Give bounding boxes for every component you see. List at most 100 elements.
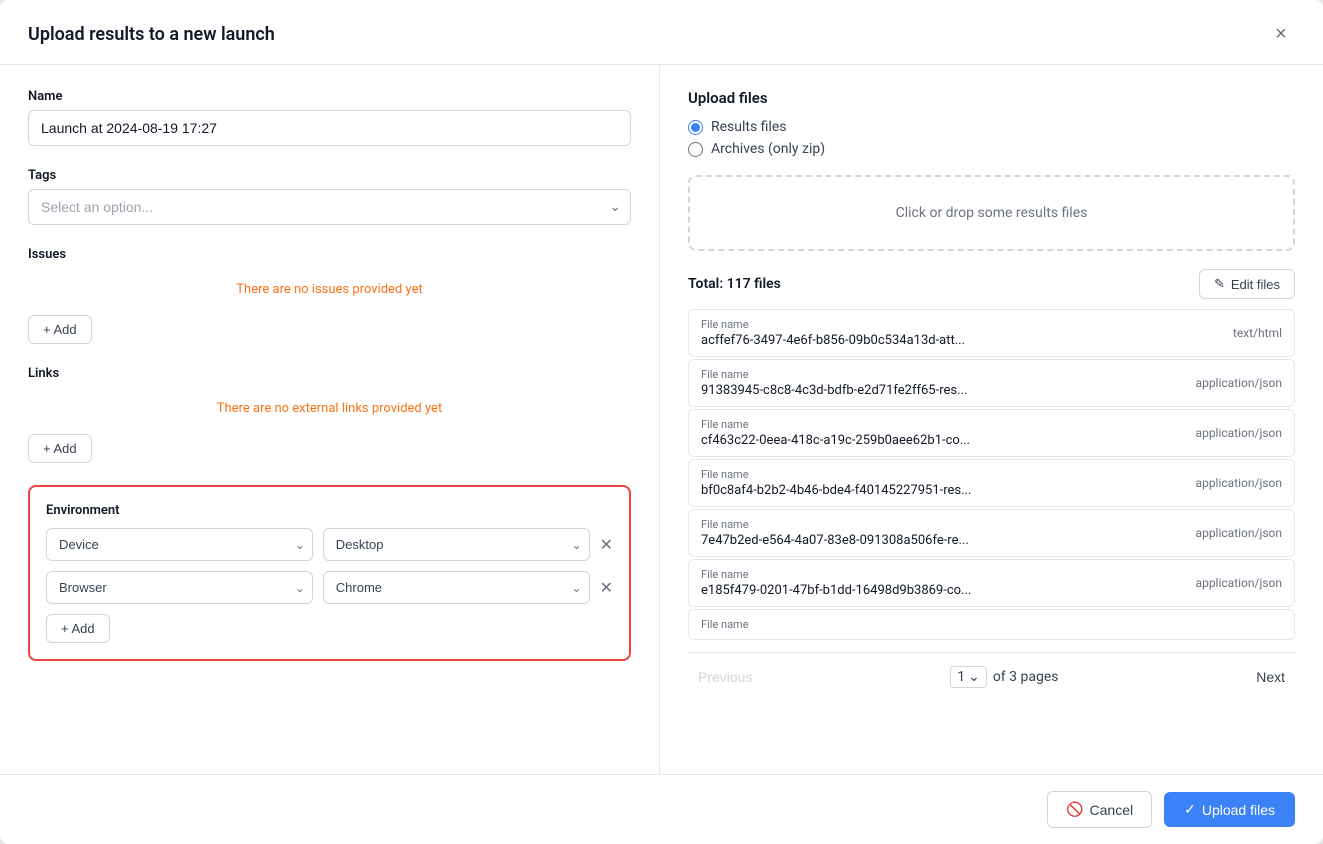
file-item-left: File name acffef76-3497-4e6f-b856-09b0c5… — [701, 318, 965, 348]
modal-title: Upload results to a new launch — [28, 24, 275, 45]
file-item: File name cf463c22-0eea-418c-a19c-259b0a… — [688, 409, 1295, 457]
modal-body: Name Tags Select an option... ⌄ Issues T… — [0, 65, 1323, 774]
file-type: application/json — [1196, 526, 1282, 540]
file-label: File name — [701, 368, 967, 381]
file-label: File name — [701, 418, 970, 431]
previous-button[interactable]: Previous — [688, 663, 762, 691]
of-pages-text: of 3 pages — [993, 669, 1059, 685]
edit-icon: ✎ — [1214, 276, 1225, 292]
file-name: e185f479-0201-47bf-b1dd-16498d9b3869-co.… — [701, 583, 971, 598]
modal-header: Upload results to a new launch × — [0, 0, 1323, 65]
environment-label: Environment — [46, 503, 613, 518]
file-item: File name 91383945-c8c8-4c3d-bdfb-e2d71f… — [688, 359, 1295, 407]
page-info: 1 ⌄ of 3 pages — [950, 666, 1058, 688]
file-item-left: File name e185f479-0201-47bf-b1dd-16498d… — [701, 568, 971, 598]
edit-files-button[interactable]: ✎ Edit files — [1199, 269, 1295, 299]
env-row-device: Device ⌄ Desktop ⌄ ✕ — [46, 528, 613, 561]
add-issue-button[interactable]: + Add — [28, 315, 92, 344]
file-item-left: File name 91383945-c8c8-4c3d-bdfb-e2d71f… — [701, 368, 967, 398]
links-empty-text: There are no external links provided yet — [28, 391, 631, 426]
links-section: Links There are no external links provid… — [28, 366, 631, 463]
name-section: Name — [28, 89, 631, 146]
file-type: application/json — [1196, 476, 1282, 490]
file-list: File name acffef76-3497-4e6f-b856-09b0c5… — [688, 309, 1295, 640]
drop-zone[interactable]: Click or drop some results files — [688, 175, 1295, 251]
cancel-button[interactable]: 🚫 Cancel — [1047, 791, 1152, 828]
current-page: 1 — [957, 669, 965, 685]
file-type: application/json — [1196, 376, 1282, 390]
environment-section: Environment Device ⌄ Desktop ⌄ — [28, 485, 631, 661]
env-remove-button-0[interactable]: ✕ — [600, 535, 613, 555]
file-type: text/html — [1233, 326, 1282, 340]
links-label: Links — [28, 366, 631, 381]
env-key-select-1[interactable]: Browser — [46, 571, 313, 604]
file-item: File name e185f479-0201-47bf-b1dd-16498d… — [688, 559, 1295, 607]
file-name: 91383945-c8c8-4c3d-bdfb-e2d71fe2ff65-res… — [701, 383, 967, 398]
file-name: bf0c8af4-b2b2-4b46-bde4-f40145227951-res… — [701, 483, 971, 498]
issues-empty-text: There are no issues provided yet — [28, 272, 631, 307]
upload-files-title: Upload files — [688, 89, 1295, 107]
file-name: acffef76-3497-4e6f-b856-09b0c534a13d-att… — [701, 333, 965, 348]
modal-footer: 🚫 Cancel ✓ Upload files — [0, 774, 1323, 844]
radio-archives-input[interactable] — [688, 142, 703, 157]
tags-select[interactable]: Select an option... — [28, 189, 631, 225]
cancel-icon: 🚫 — [1066, 801, 1083, 818]
env-val-select-0[interactable]: Desktop — [323, 528, 590, 561]
page-selector[interactable]: 1 ⌄ — [950, 666, 987, 688]
left-panel: Name Tags Select an option... ⌄ Issues T… — [0, 65, 660, 774]
env-val-wrapper-0: Desktop ⌄ — [323, 528, 590, 561]
file-label: File name — [701, 518, 969, 531]
name-input[interactable] — [28, 110, 631, 146]
close-button[interactable]: × — [1267, 20, 1295, 48]
drop-zone-text: Click or drop some results files — [896, 205, 1088, 221]
tags-select-wrapper: Select an option... ⌄ — [28, 189, 631, 225]
file-type-radio-group: Results files Archives (only zip) — [688, 119, 1295, 157]
file-item: File name bf0c8af4-b2b2-4b46-bde4-f40145… — [688, 459, 1295, 507]
issues-label: Issues — [28, 247, 631, 262]
files-header: Total: 117 files ✎ Edit files — [688, 269, 1295, 299]
right-panel: Upload files Results files Archives (onl… — [660, 65, 1323, 774]
upload-icon: ✓ — [1184, 801, 1196, 818]
env-key-wrapper-1: Browser ⌄ — [46, 571, 313, 604]
file-type: application/json — [1196, 426, 1282, 440]
env-row-browser: Browser ⌄ Chrome ⌄ ✕ — [46, 571, 613, 604]
tags-label: Tags — [28, 168, 631, 183]
env-remove-button-1[interactable]: ✕ — [600, 578, 613, 598]
file-type: application/json — [1196, 576, 1282, 590]
env-key-select-0[interactable]: Device — [46, 528, 313, 561]
page-chevron-icon: ⌄ — [968, 669, 980, 685]
file-label: File name — [701, 318, 965, 331]
env-val-wrapper-1: Chrome ⌄ — [323, 571, 590, 604]
files-total: Total: 117 files — [688, 276, 781, 292]
name-label: Name — [28, 89, 631, 104]
file-label: File name — [701, 468, 971, 481]
modal: Upload results to a new launch × Name Ta… — [0, 0, 1323, 844]
add-link-button[interactable]: + Add — [28, 434, 92, 463]
file-name: 7e47b2ed-e564-4a07-83e8-091308a506fe-re.… — [701, 533, 969, 548]
radio-archives-label: Archives (only zip) — [711, 141, 825, 157]
cancel-label: Cancel — [1090, 802, 1134, 818]
file-item-left: File name bf0c8af4-b2b2-4b46-bde4-f40145… — [701, 468, 971, 498]
radio-results-files[interactable]: Results files — [688, 119, 1295, 135]
add-env-button[interactable]: + Add — [46, 614, 110, 643]
radio-results-input[interactable] — [688, 120, 703, 135]
issues-section: Issues There are no issues provided yet … — [28, 247, 631, 344]
radio-archives[interactable]: Archives (only zip) — [688, 141, 1295, 157]
edit-files-label: Edit files — [1231, 277, 1280, 292]
file-item-left: File name cf463c22-0eea-418c-a19c-259b0a… — [701, 418, 970, 448]
env-key-wrapper-0: Device ⌄ — [46, 528, 313, 561]
tags-section: Tags Select an option... ⌄ — [28, 168, 631, 225]
file-label: File name — [701, 568, 971, 581]
file-item-left: File name 7e47b2ed-e564-4a07-83e8-091308… — [701, 518, 969, 548]
upload-label: Upload files — [1202, 802, 1275, 818]
pagination: Previous 1 ⌄ of 3 pages Next — [688, 652, 1295, 691]
file-item: File name acffef76-3497-4e6f-b856-09b0c5… — [688, 309, 1295, 357]
env-val-select-1[interactable]: Chrome — [323, 571, 590, 604]
file-item: File name 7e47b2ed-e564-4a07-83e8-091308… — [688, 509, 1295, 557]
radio-results-label: Results files — [711, 119, 787, 135]
file-item: File name — [688, 609, 1295, 640]
file-name: cf463c22-0eea-418c-a19c-259b0aee62b1-co.… — [701, 433, 970, 448]
next-button[interactable]: Next — [1246, 663, 1295, 691]
file-label: File name — [701, 618, 749, 631]
upload-files-button[interactable]: ✓ Upload files — [1164, 792, 1295, 827]
